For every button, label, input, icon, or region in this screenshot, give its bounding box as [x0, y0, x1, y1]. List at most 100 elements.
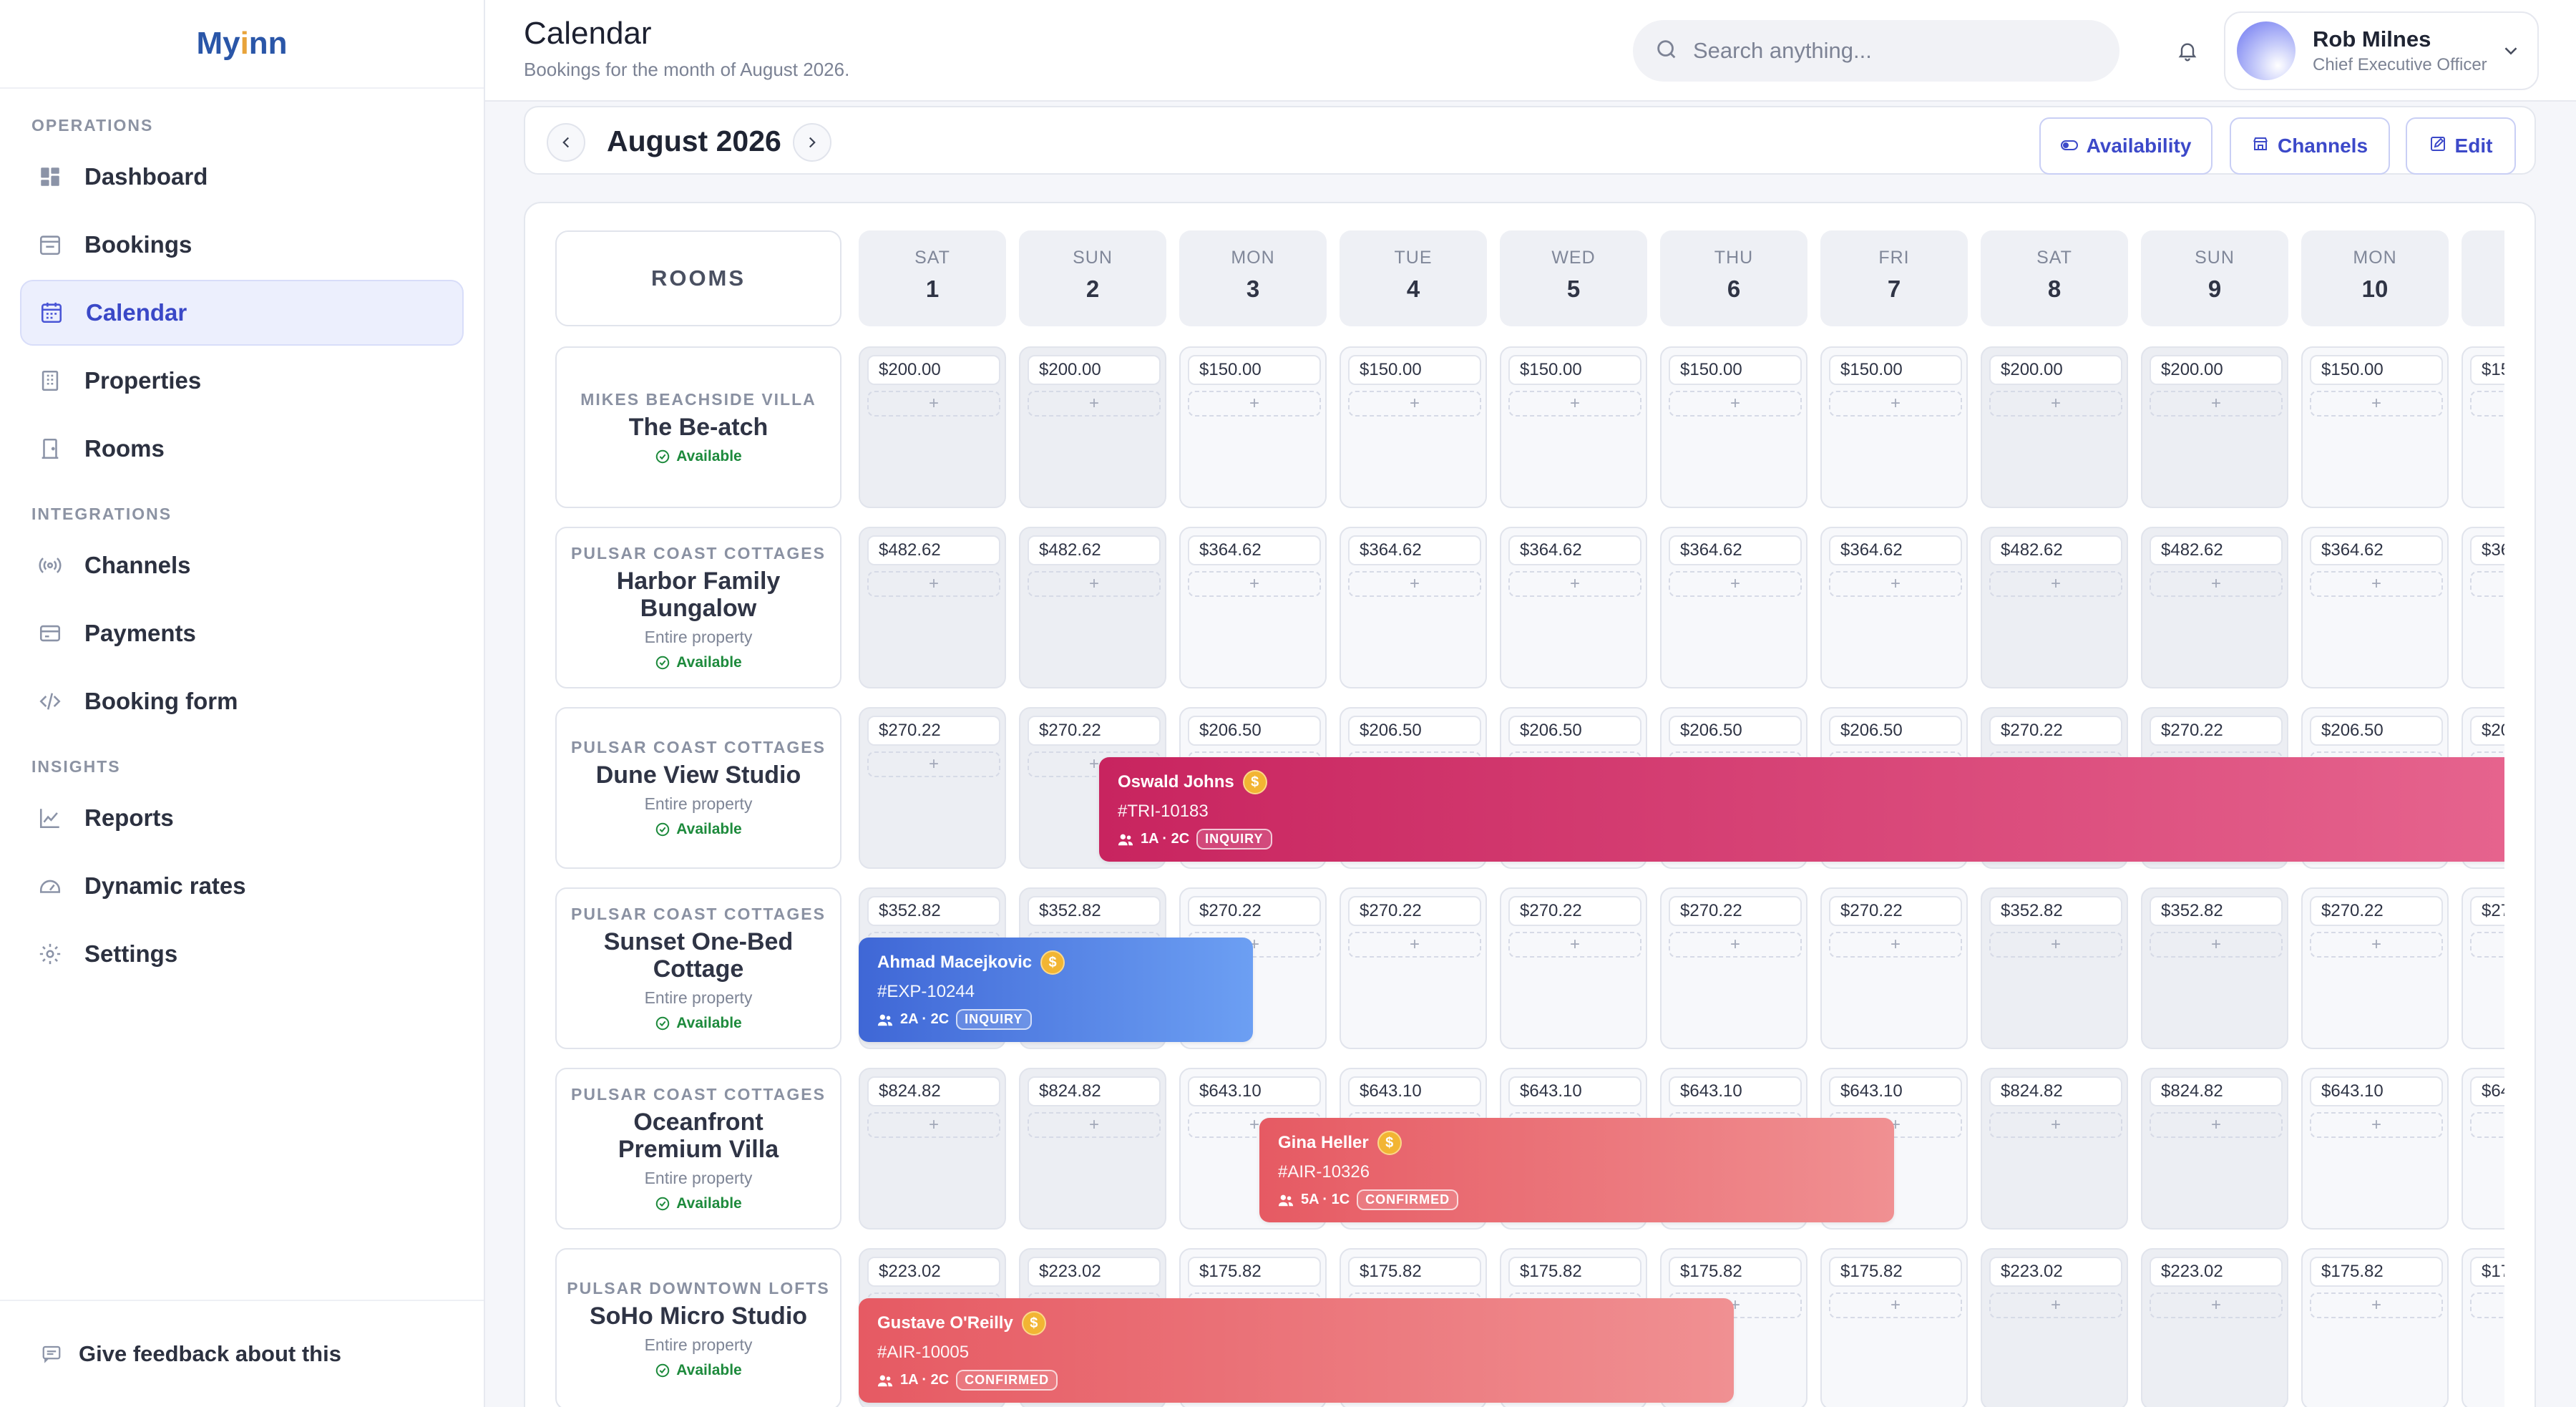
day-cell[interactable]: $643.10 +	[2301, 1068, 2449, 1230]
add-booking-button[interactable]: +	[1669, 932, 1802, 958]
booking-bar[interactable]: Gustave O'Reilly $ #AIR-10005 1A · 2C CON…	[859, 1298, 1734, 1403]
room-card[interactable]: PULSAR COAST COTTAGES Sunset One-Bed Cot…	[555, 887, 841, 1049]
price-field[interactable]: $150.00	[1669, 355, 1802, 385]
add-booking-button[interactable]: +	[1989, 1292, 2122, 1318]
day-cell[interactable]: $200.00 +	[859, 346, 1006, 508]
add-booking-button[interactable]: +	[2150, 932, 2283, 958]
price-field[interactable]: $270.22	[2310, 896, 2443, 926]
add-booking-button[interactable]: +	[2150, 391, 2283, 417]
price-field[interactable]: $175.82	[1669, 1257, 1802, 1287]
price-field[interactable]: $200.00	[1028, 355, 1161, 385]
price-field[interactable]: $150.00	[1188, 355, 1321, 385]
add-booking-button[interactable]: +	[2310, 932, 2443, 958]
price-field[interactable]: $824.82	[1028, 1076, 1161, 1106]
notification-bell-icon[interactable]	[2168, 31, 2207, 70]
add-booking-button[interactable]: +	[2310, 1292, 2443, 1318]
sidebar-item-rooms[interactable]: Rooms	[20, 416, 464, 482]
sidebar-item-channels[interactable]: Channels	[20, 532, 464, 598]
price-field[interactable]: $206.50	[1348, 716, 1481, 746]
add-booking-button[interactable]: +	[1348, 932, 1481, 958]
price-field[interactable]: $175.82	[2310, 1257, 2443, 1287]
price-field[interactable]: $352.82	[1989, 896, 2122, 926]
day-cell[interactable]: $482.62 +	[1981, 527, 2128, 688]
price-field[interactable]: $643.10	[1508, 1076, 1641, 1106]
price-field[interactable]: $270.22	[1348, 896, 1481, 926]
day-cell[interactable]: $270.22 +	[2301, 887, 2449, 1049]
user-menu[interactable]: Rob Milnes Chief Executive Officer	[2224, 11, 2539, 90]
add-booking-button[interactable]: +	[867, 751, 1000, 777]
day-cell[interactable]: $150.00 +	[1500, 346, 1647, 508]
day-cell[interactable]: $150.00 +	[2301, 346, 2449, 508]
add-booking-button[interactable]: +	[2150, 571, 2283, 597]
day-cell[interactable]: $352.82 +	[1981, 887, 2128, 1049]
add-booking-button[interactable]: +	[2150, 1112, 2283, 1138]
price-field[interactable]: $364.62	[2470, 535, 2504, 565]
day-cell[interactable]: $200.00 +	[1981, 346, 2128, 508]
sidebar-item-reports[interactable]: Reports	[20, 785, 464, 851]
price-field[interactable]: $270.22	[1829, 896, 1962, 926]
add-booking-button[interactable]: +	[1989, 1112, 2122, 1138]
day-cell[interactable]: $270.22 +	[1660, 887, 1807, 1049]
day-cell[interactable]: $175.82 +	[1820, 1248, 1968, 1407]
price-field[interactable]: $206.50	[2470, 716, 2504, 746]
next-month-button[interactable]	[793, 123, 831, 162]
sidebar-item-booking-form[interactable]: Booking form	[20, 668, 464, 734]
room-card[interactable]: PULSAR DOWNTOWN LOFTS SoHo Micro Studio E…	[555, 1248, 841, 1407]
availability-button[interactable]: Availability	[2039, 117, 2212, 175]
room-card[interactable]: PULSAR COAST COTTAGES Dune View Studio En…	[555, 707, 841, 869]
price-field[interactable]: $206.50	[1188, 716, 1321, 746]
price-field[interactable]: $206.50	[2310, 716, 2443, 746]
sidebar-item-dashboard[interactable]: Dashboard	[20, 144, 464, 210]
price-field[interactable]: $643.10	[2310, 1076, 2443, 1106]
search-box[interactable]	[1633, 20, 2119, 82]
add-booking-button[interactable]: +	[1028, 391, 1161, 417]
day-cell[interactable]: $150.00 +	[1660, 346, 1807, 508]
day-cell[interactable]: $824.82 +	[1981, 1068, 2128, 1230]
price-field[interactable]: $824.82	[1989, 1076, 2122, 1106]
add-booking-button[interactable]: +	[2470, 1112, 2504, 1138]
add-booking-button[interactable]: +	[1669, 571, 1802, 597]
price-field[interactable]: $150.00	[1508, 355, 1641, 385]
price-field[interactable]: $206.50	[1508, 716, 1641, 746]
day-cell[interactable]: $352.82 +	[2141, 887, 2288, 1049]
day-cell[interactable]: $364.62 +	[1340, 527, 1487, 688]
add-booking-button[interactable]: +	[1028, 1112, 1161, 1138]
price-field[interactable]: $270.22	[2470, 896, 2504, 926]
price-field[interactable]: $364.62	[2310, 535, 2443, 565]
day-cell[interactable]: $364.62 +	[2301, 527, 2449, 688]
price-field[interactable]: $223.02	[867, 1257, 1000, 1287]
add-booking-button[interactable]: +	[2470, 571, 2504, 597]
price-field[interactable]: $270.22	[1508, 896, 1641, 926]
feedback-button[interactable]: Give feedback about this	[0, 1300, 484, 1407]
price-field[interactable]: $643.10	[1188, 1076, 1321, 1106]
price-field[interactable]: $175.82	[1348, 1257, 1481, 1287]
sidebar-item-payments[interactable]: Payments	[20, 600, 464, 666]
add-booking-button[interactable]: +	[867, 1112, 1000, 1138]
day-cell[interactable]: $364.62 +	[1820, 527, 1968, 688]
price-field[interactable]: $482.62	[1028, 535, 1161, 565]
day-cell[interactable]: $824.82 +	[2141, 1068, 2288, 1230]
price-field[interactable]: $364.62	[1348, 535, 1481, 565]
edit-button[interactable]: Edit	[2406, 117, 2516, 175]
day-cell[interactable]: $223.02 +	[1981, 1248, 2128, 1407]
price-field[interactable]: $824.82	[2150, 1076, 2283, 1106]
day-cell[interactable]: $824.82 +	[1019, 1068, 1166, 1230]
sidebar-item-settings[interactable]: Settings	[20, 921, 464, 987]
day-cell[interactable]: $200.00 +	[1019, 346, 1166, 508]
booking-bar[interactable]: Ahmad Macejkovic $ #EXP-10244 2A · 2C INQ…	[859, 938, 1253, 1042]
day-cell[interactable]: $364.62 +	[1179, 527, 1327, 688]
add-booking-button[interactable]: +	[1188, 571, 1321, 597]
price-field[interactable]: $270.22	[2150, 716, 2283, 746]
day-cell[interactable]: $150.00 +	[2462, 346, 2504, 508]
day-cell[interactable]: $364.62 +	[1500, 527, 1647, 688]
day-cell[interactable]: $364.62 +	[1660, 527, 1807, 688]
day-cell[interactable]: $175.82 +	[2462, 1248, 2504, 1407]
logo[interactable]: My i nn	[0, 0, 484, 89]
room-card[interactable]: PULSAR COAST COTTAGES Harbor Family Bung…	[555, 527, 841, 688]
price-field[interactable]: $150.00	[1829, 355, 1962, 385]
add-booking-button[interactable]: +	[1829, 571, 1962, 597]
day-cell[interactable]: $643.10 +	[2462, 1068, 2504, 1230]
price-field[interactable]: $223.02	[1028, 1257, 1161, 1287]
day-cell[interactable]: $175.82 +	[2301, 1248, 2449, 1407]
sidebar-item-bookings[interactable]: Bookings	[20, 212, 464, 278]
